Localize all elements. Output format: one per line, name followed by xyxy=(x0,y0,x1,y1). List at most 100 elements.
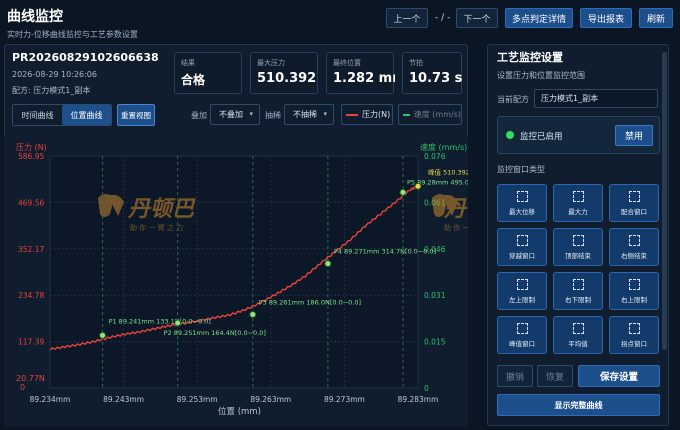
stat-final-position-value: 1.282 mm xyxy=(333,71,395,86)
window-type-label: 顶部结束 xyxy=(565,251,591,260)
export-report-button[interactable]: 导出报表 xyxy=(580,8,632,28)
panel-scrollbar[interactable] xyxy=(662,52,667,350)
overlay-select[interactable]: 不叠加 ▾ xyxy=(210,104,260,125)
next-button[interactable]: 下一个 xyxy=(456,8,498,28)
overlay-select-value: 不叠加 xyxy=(219,110,243,119)
max-displacement-icon xyxy=(516,190,528,202)
sample-select[interactable]: 不抽稀 ▾ xyxy=(284,104,334,125)
upper-left-limit-icon xyxy=(516,278,528,290)
x-tick-label: 89.263mm xyxy=(250,395,291,404)
window-type-label: 右上限制 xyxy=(621,295,647,304)
window-type-max-force-button[interactable]: 最大力 xyxy=(553,184,603,222)
save-settings-button[interactable]: 保存设置 xyxy=(578,365,660,387)
y2-tick-label: 0.076 xyxy=(424,152,446,161)
tab-position-curve[interactable]: 位置曲线 xyxy=(62,105,111,125)
judgement-point-marker[interactable] xyxy=(324,260,332,268)
window-type-average-button[interactable]: 平均值 xyxy=(553,316,603,354)
y2-tick-label: 0.031 xyxy=(424,291,446,300)
inflection-window-icon xyxy=(628,322,640,334)
speed-line-icon xyxy=(403,113,410,116)
window-type-peak-window-button[interactable]: 峰值窗口 xyxy=(497,316,547,354)
page-title: 曲线监控 xyxy=(7,9,63,25)
judgement-point-label: P1 89.241mm 133.1N[0.0~0.0] xyxy=(109,317,211,325)
average-icon xyxy=(572,322,584,334)
chevron-down-icon: ▾ xyxy=(249,110,253,118)
multi-point-detail-button[interactable]: 多点判定详情 xyxy=(505,8,573,28)
window-type-label: 平均值 xyxy=(568,339,588,348)
stat-result-label: 结果 xyxy=(181,59,195,67)
y-tick-label: 352.17 xyxy=(18,245,44,254)
window-type-label: 右下限制 xyxy=(565,295,591,304)
right-end-icon xyxy=(628,234,640,246)
window-type-upper-left-limit-button[interactable]: 左上限制 xyxy=(497,272,547,310)
recipe-input-value: 压力模式1_副本 xyxy=(541,94,599,103)
position-curve-chart[interactable]: 压力 (N) 速度 (mm/s) 586.95 469.56 352.17 234.7… xyxy=(4,136,468,426)
judgement-point-marker[interactable] xyxy=(249,310,257,318)
undo-button[interactable]: 撤销 xyxy=(497,365,533,387)
y2-tick-label: 0.015 xyxy=(424,338,446,347)
y-tick-label: 469.56 xyxy=(18,198,44,207)
window-type-lower-right-limit-button[interactable]: 右下限制 xyxy=(553,272,603,310)
stat-cycle-time-label: 节拍 xyxy=(409,59,423,67)
x-axis-label: 位置 (mm) xyxy=(218,406,261,417)
recipe-label: 当前配方 xyxy=(497,95,529,104)
window-type-label: 最大力 xyxy=(568,207,588,216)
window-type-right-end-button[interactable]: 右侧结束 xyxy=(609,228,659,266)
show-full-curve-button[interactable]: 显示完整曲线 xyxy=(497,394,660,416)
x-tick-label: 89.273mm xyxy=(324,395,365,404)
page-subtitle: 实时力-位移曲线监控与工艺参数设置 xyxy=(7,30,138,39)
y-tick-label: 234.78 xyxy=(18,291,44,300)
window-type-pass-through-window-button[interactable]: 穿越窗口 xyxy=(497,228,547,266)
judgement-point-marker[interactable] xyxy=(99,331,107,339)
window-type-label: 峰值窗口 xyxy=(509,339,535,348)
watermark-brand-right: 丹顿巴 xyxy=(443,197,468,222)
y-axis-min-zero: 0 xyxy=(20,383,25,392)
legend-pressure-toggle[interactable]: 压力(N) xyxy=(341,104,393,125)
max-force-icon xyxy=(572,190,584,202)
pass-through-window-icon xyxy=(516,234,528,246)
reset-view-button[interactable]: 重置视图 xyxy=(117,104,155,126)
legend-speed-toggle[interactable]: 速度 (mm/s) xyxy=(398,104,462,125)
x-tick-label: 89.234mm xyxy=(30,395,71,404)
stat-max-pressure-value: 510.392 xyxy=(257,71,317,86)
pressure-line-icon xyxy=(346,113,358,116)
fit-window-icon xyxy=(628,190,640,202)
status-dot-icon xyxy=(506,131,514,139)
stat-final-position: 最终位置 1.282 mm xyxy=(326,52,395,94)
window-type-max-displacement-button[interactable]: 最大位移 xyxy=(497,184,547,222)
panel-desc: 设置压力和位置监控范围 xyxy=(497,71,585,80)
stat-max-pressure: 最大压力 510.392 xyxy=(250,52,318,94)
judgement-point-marker[interactable] xyxy=(174,319,182,327)
record-id: PR20260829102606638 xyxy=(12,51,159,64)
stat-max-pressure-label: 最大压力 xyxy=(257,59,285,67)
recipe-input[interactable]: 压力模式1_副本 xyxy=(534,89,658,108)
sample-label: 抽稀 xyxy=(265,111,281,120)
judgement-point-marker[interactable] xyxy=(414,182,422,190)
peak-window-icon xyxy=(516,322,528,334)
watermark-slogan-left: 助 你 一 臂 之 力 xyxy=(130,223,183,232)
stat-cycle-time: 节拍 10.73 s xyxy=(402,52,462,94)
window-type-inflection-window-button[interactable]: 拐点窗口 xyxy=(609,316,659,354)
window-type-top-end-button[interactable]: 顶部结束 xyxy=(553,228,603,266)
judgement-point-label: 峰值 510.392 xyxy=(428,167,468,176)
window-type-fit-window-button[interactable]: 配合窗口 xyxy=(609,184,659,222)
window-type-upper-right-limit-button[interactable]: 右上限制 xyxy=(609,272,659,310)
judgement-point-marker[interactable] xyxy=(399,188,407,196)
tab-time-curve[interactable]: 时间曲线 xyxy=(13,105,62,125)
x-tick-label: 89.243mm xyxy=(103,395,144,404)
disable-button[interactable]: 禁用 xyxy=(615,125,653,146)
prev-button[interactable]: 上一个 xyxy=(386,8,428,28)
judgement-point-label: P3 89.261mm 186.0N[0.0~0.0] xyxy=(259,298,361,306)
plot-area xyxy=(49,155,419,389)
window-type-label: 最大位移 xyxy=(509,207,535,216)
y2-axis-label: 速度 (mm/s) xyxy=(420,142,467,152)
window-type-label: 监控窗口类型 xyxy=(497,165,545,174)
top-end-icon xyxy=(572,234,584,246)
stat-final-position-label: 最终位置 xyxy=(333,59,361,67)
refresh-button[interactable]: 刷新 xyxy=(639,8,673,28)
stat-cycle-time-value: 10.73 s xyxy=(409,71,463,86)
window-type-label: 右侧结束 xyxy=(621,251,647,260)
redo-button[interactable]: 恢复 xyxy=(537,365,573,387)
window-type-label: 拐点窗口 xyxy=(621,339,647,348)
monitor-status-text: 监控已启用 xyxy=(520,132,563,142)
